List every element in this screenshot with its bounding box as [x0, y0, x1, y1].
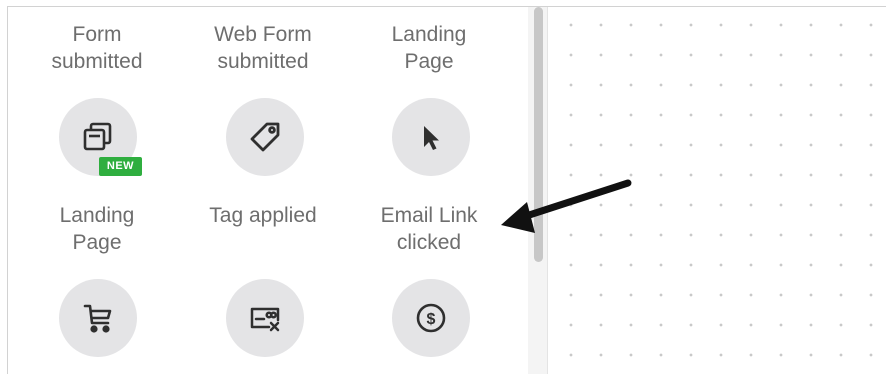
- forms-copy-icon: [79, 118, 117, 156]
- scrollbar-thumb[interactable]: [534, 7, 543, 262]
- trigger-tag-applied-button[interactable]: [226, 279, 304, 357]
- trigger-palette: Form submitted Web Form submitted Landin…: [8, 7, 528, 374]
- editor-frame: Form submitted Web Form submitted Landin…: [7, 6, 886, 374]
- tag-icon: [245, 117, 285, 157]
- palette-scrollbar[interactable]: [528, 7, 548, 374]
- trigger-label: Email Link clicked: [380, 204, 478, 254]
- svg-text:$: $: [427, 311, 436, 328]
- trigger-email-link-clicked-button[interactable]: $: [392, 279, 470, 357]
- trigger-form-submitted-button[interactable]: NEW: [59, 98, 142, 176]
- trigger-label: Form submitted: [51, 23, 143, 73]
- shopping-cart-icon: [79, 299, 117, 337]
- trigger-web-form-submitted-button[interactable]: [226, 98, 304, 176]
- trigger-cart-button[interactable]: [59, 279, 137, 357]
- trigger-landing-page-button[interactable]: [392, 98, 470, 176]
- trigger-label: Landing Page: [391, 23, 467, 73]
- tag-removed-card-icon: [245, 298, 285, 338]
- trigger-label: Landing Page: [59, 204, 135, 254]
- cursor-pointer-icon: [414, 120, 448, 154]
- trigger-label: Tag applied: [209, 204, 317, 227]
- dollar-coin-icon: $: [411, 298, 451, 338]
- workflow-canvas[interactable]: [548, 7, 886, 374]
- trigger-label: Web Form submitted: [214, 23, 312, 73]
- new-badge: NEW: [99, 157, 142, 176]
